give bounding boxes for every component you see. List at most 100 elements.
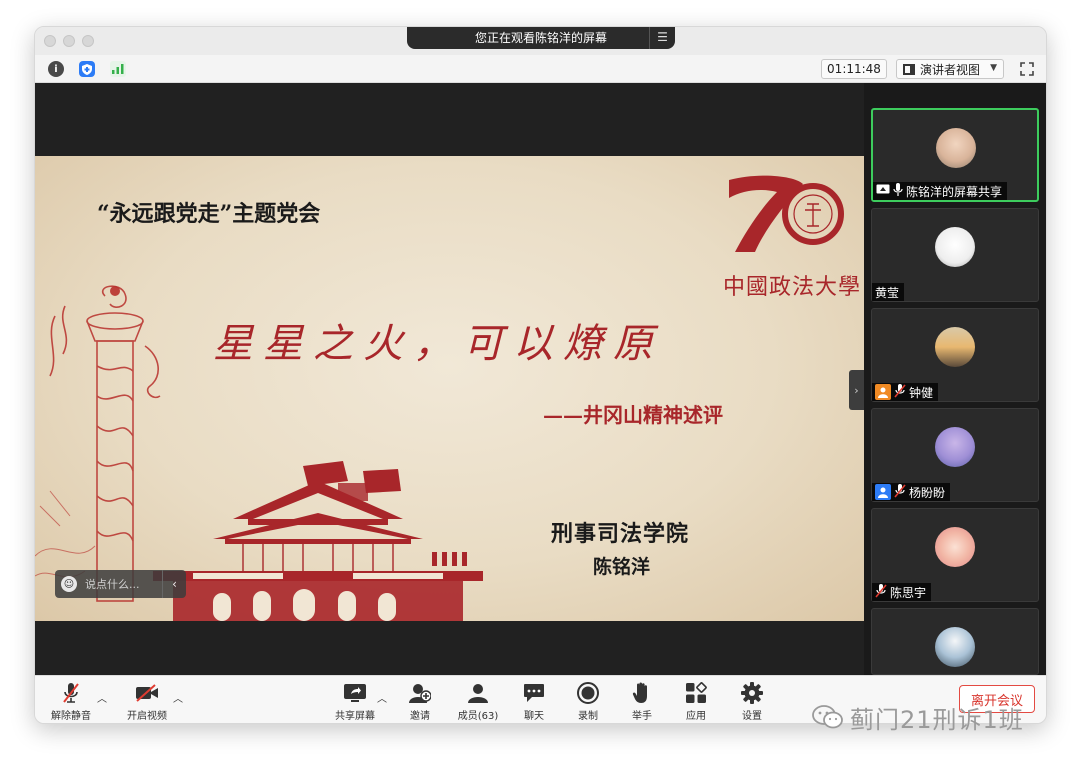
- slide-headline: 星星之火，可以燎原: [213, 321, 663, 367]
- participant-name: 陈铭洋的屏幕共享: [906, 184, 1003, 199]
- invite-label: 邀请: [410, 711, 430, 722]
- chat-label: 聊天: [524, 711, 544, 722]
- participants-sidebar: 陈铭洋的屏幕共享 黄莹 钟健 杨盼盼 陈思宇: [864, 83, 1046, 675]
- person-icon: [875, 484, 891, 500]
- muted-microphone-icon: [59, 682, 83, 704]
- unmute-label: 解除静音: [51, 711, 91, 722]
- participants-icon: [466, 682, 490, 704]
- chevron-up-icon[interactable]: ︿: [97, 690, 107, 705]
- view-options-icon[interactable]: ☰: [649, 27, 675, 49]
- university-logo-text: 中國政法大學: [723, 275, 862, 300]
- share-screen-label: 共享屏幕: [335, 711, 375, 722]
- chevron-left-icon[interactable]: ‹: [162, 570, 186, 598]
- university-70-logo: [729, 175, 844, 252]
- participant-tile[interactable]: 黄莹: [871, 208, 1039, 302]
- participant-name-tag: 黄莹: [872, 283, 905, 301]
- participant-name: 钟健: [909, 385, 934, 400]
- settings-button[interactable]: 设置: [737, 682, 767, 723]
- participant-tile[interactable]: 钟健: [871, 308, 1039, 402]
- viewing-banner: 您正在观看陈铭洋的屏幕 ☰: [407, 27, 675, 49]
- record-label: 录制: [578, 711, 598, 722]
- participant-name: 黄莹: [875, 285, 900, 300]
- apps-icon: [684, 682, 708, 704]
- close-window-button[interactable]: [44, 35, 56, 47]
- security-shield-icon[interactable]: [79, 61, 95, 77]
- wechat-icon: [812, 705, 843, 729]
- share-screen-icon: [343, 682, 367, 704]
- add-user-icon: [408, 682, 432, 704]
- info-bar: i 01:11:48 演讲者视图 ▼: [35, 55, 1046, 83]
- participant-tile[interactable]: 陈思宇: [871, 508, 1039, 602]
- start-video-button[interactable]: 开启视频: [125, 682, 169, 723]
- speaker-view-icon: [903, 63, 915, 75]
- person-icon: [875, 384, 891, 400]
- watermark-text: 蓟门21刑诉1班: [850, 705, 1024, 734]
- chat-input-bubble[interactable]: ☺ 说点什么... ‹: [55, 570, 186, 598]
- avatar: [936, 128, 976, 168]
- video-off-icon: [135, 682, 159, 704]
- chat-icon: [522, 682, 546, 704]
- participant-name-tag: 陈铭洋的屏幕共享: [873, 182, 1008, 200]
- tiananmen-graphic: [153, 461, 483, 621]
- record-icon: [576, 682, 600, 704]
- meeting-title: “永远跟党走”主题党会: [97, 201, 321, 227]
- avatar: [935, 627, 975, 667]
- presenter-name: 陈铭洋: [593, 556, 651, 578]
- participant-name: 杨盼盼: [909, 485, 946, 500]
- chevron-up-icon[interactable]: ︿: [377, 690, 387, 705]
- microphone-icon: [893, 183, 903, 199]
- participant-name-tag: 陈思宇: [872, 583, 932, 601]
- zoom-window-button[interactable]: [82, 35, 94, 47]
- meeting-timer: 01:11:48: [821, 59, 887, 79]
- school-name: 刑事司法学院: [551, 521, 690, 547]
- connection-signal-icon[interactable]: [110, 61, 126, 77]
- participant-tile[interactable]: 杨盼盼: [871, 408, 1039, 502]
- avatar: [935, 227, 975, 267]
- title-bar: 您正在观看陈铭洋的屏幕 ☰: [35, 27, 1046, 55]
- view-mode-dropdown[interactable]: 演讲者视图 ▼: [896, 59, 1004, 79]
- raise-hand-icon: [630, 682, 654, 704]
- share-screen-icon: [876, 184, 890, 199]
- apps-button[interactable]: 应用: [681, 682, 711, 723]
- muted-microphone-icon: [875, 583, 887, 601]
- settings-label: 设置: [742, 711, 762, 722]
- chat-placeholder: 说点什么...: [85, 578, 140, 591]
- participant-tile[interactable]: 陈铭洋的屏幕共享: [871, 108, 1039, 202]
- muted-microphone-icon: [894, 483, 906, 501]
- viewing-banner-text: 您正在观看陈铭洋的屏幕: [474, 30, 607, 45]
- record-button[interactable]: 录制: [573, 682, 603, 723]
- avatar: [935, 327, 975, 367]
- view-mode-label: 演讲者视图: [920, 62, 981, 77]
- chat-button[interactable]: 聊天: [519, 682, 549, 723]
- share-screen-button[interactable]: 共享屏幕: [333, 682, 377, 723]
- participant-tile[interactable]: [871, 608, 1039, 675]
- gear-icon: [740, 682, 764, 704]
- participant-name: 陈思宇: [890, 585, 927, 600]
- emoji-icon[interactable]: ☺: [61, 576, 77, 592]
- shared-screen-area: 中國政法大學 “永远跟党走”主题党会 星星之火，可以燎原 ——井冈山精神述评 刑…: [35, 83, 864, 675]
- lanterns-graphic: [432, 552, 467, 566]
- collapse-sidebar-button[interactable]: ›: [849, 370, 864, 410]
- chevron-up-icon[interactable]: ︿: [173, 690, 183, 705]
- participant-name-tag: 杨盼盼: [872, 483, 951, 501]
- participants-label: 成员(63): [457, 711, 499, 722]
- meeting-window: 您正在观看陈铭洋的屏幕 ☰ i 01:11:48 演讲者视图 ▼ 中國政法大學 …: [34, 26, 1047, 724]
- minimize-window-button[interactable]: [63, 35, 75, 47]
- unmute-button[interactable]: 解除静音: [49, 682, 93, 723]
- muted-microphone-icon: [894, 383, 906, 401]
- invite-button[interactable]: 邀请: [403, 682, 437, 723]
- presentation-slide: 中國政法大學 “永远跟党走”主题党会 星星之火，可以燎原 ——井冈山精神述评 刑…: [35, 156, 864, 621]
- avatar: [935, 527, 975, 567]
- slide-subtitle: ——井冈山精神述评: [543, 403, 723, 427]
- chevron-down-icon: ▼: [990, 63, 997, 73]
- raise-hand-label: 举手: [632, 711, 652, 722]
- info-icon[interactable]: i: [48, 61, 64, 77]
- participants-button[interactable]: 成员(63): [453, 682, 503, 723]
- fullscreen-icon[interactable]: [1018, 60, 1036, 78]
- start-video-label: 开启视频: [127, 711, 167, 722]
- wechat-watermark: 蓟门21刑诉1班: [812, 700, 1024, 734]
- avatar: [935, 427, 975, 467]
- participant-name-tag: 钟健: [872, 383, 939, 401]
- raise-hand-button[interactable]: 举手: [627, 682, 657, 723]
- apps-label: 应用: [686, 711, 706, 722]
